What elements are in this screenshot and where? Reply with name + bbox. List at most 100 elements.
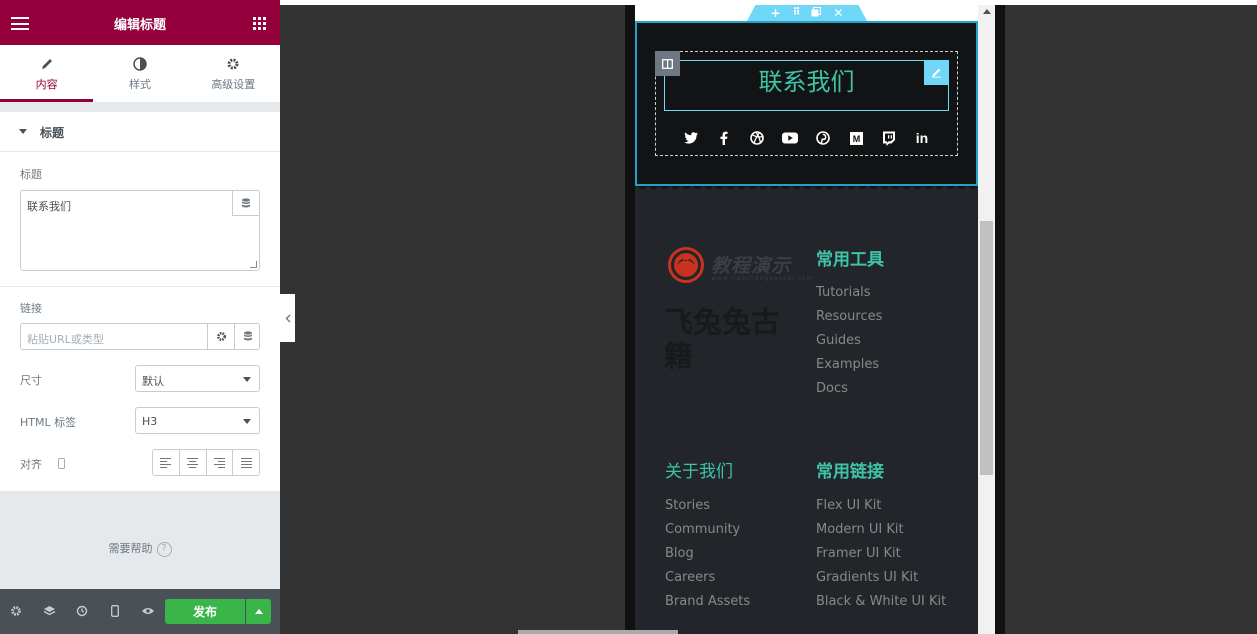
dribbble-icon[interactable] — [746, 127, 768, 149]
facebook-icon[interactable] — [713, 127, 735, 149]
link-placeholder: 粘贴URL或类型 — [27, 333, 104, 346]
footer-link[interactable]: Resources — [816, 305, 882, 329]
panel-title: 编辑标题 — [113, 18, 166, 33]
footer-col2-title: 关于我们 — [665, 462, 733, 482]
tab-style-label: 样式 — [128, 78, 151, 91]
wave-divider — [635, 181, 978, 189]
question-icon: ? — [156, 541, 172, 557]
footer-link[interactable]: Framer UI Kit — [816, 542, 946, 566]
footer-link[interactable]: Blog — [665, 542, 750, 566]
divider — [0, 286, 280, 287]
footer-link[interactable]: Brand Assets — [665, 590, 750, 614]
linkedin-icon[interactable]: in — [911, 127, 933, 149]
resize-handle[interactable] — [250, 261, 257, 268]
panel-footer: 发布 — [0, 589, 280, 634]
footer-col3-links: Flex UI Kit Modern UI Kit Framer UI Kit … — [816, 494, 946, 614]
section-toggle-title[interactable]: 标题 — [0, 112, 280, 152]
html-tag-select[interactable]: H3 — [135, 407, 260, 434]
footer-link[interactable]: Flex UI Kit — [816, 494, 946, 518]
scroll-up-arrow-icon[interactable] — [983, 9, 991, 14]
footer-link[interactable]: Modern UI Kit — [816, 518, 946, 542]
column-handle-icon[interactable] — [655, 51, 680, 76]
help-link[interactable]: 需要帮助? — [0, 540, 280, 557]
site-name: 飞兔兔古籍 — [664, 305, 781, 373]
align-left-button[interactable] — [153, 450, 180, 475]
title-textarea[interactable]: 联系我们 — [20, 190, 260, 271]
settings-gear-icon[interactable] — [7, 602, 25, 620]
panel-header: 编辑标题 — [0, 0, 280, 45]
dynamic-tags-button[interactable] — [232, 191, 259, 216]
publish-options-button[interactable] — [246, 599, 271, 624]
edit-widget-pencil-icon[interactable] — [924, 60, 949, 85]
gear-icon — [216, 331, 226, 342]
title-label: 标题 — [20, 168, 42, 181]
drag-handle-icon[interactable]: ⠿ — [793, 6, 801, 20]
align-label: 对齐 — [20, 458, 42, 471]
section-handle: + ⠿ ✕ — [747, 5, 867, 21]
tab-content[interactable]: 内容 — [0, 45, 94, 102]
close-icon[interactable]: ✕ — [833, 6, 843, 20]
tab-advanced[interactable]: 高级设置 — [187, 45, 280, 102]
tab-advanced-label: 高级设置 — [211, 78, 256, 91]
panel-tabs: 内容 样式 高级设置 — [0, 45, 280, 102]
history-icon[interactable] — [73, 602, 91, 620]
pinterest-icon[interactable] — [812, 127, 834, 149]
preview-scrollbar[interactable] — [978, 5, 995, 634]
collapse-panel-button[interactable] — [280, 294, 295, 342]
heading-widget[interactable]: 联系我们 — [664, 60, 949, 111]
database-icon — [243, 331, 252, 341]
align-right-button[interactable] — [207, 450, 234, 475]
size-value: 默认 — [142, 375, 164, 388]
navigator-layers-icon[interactable] — [40, 602, 58, 620]
footer-link[interactable]: Docs — [816, 377, 882, 401]
title-value: 联系我们 — [27, 200, 71, 213]
link-options-button[interactable] — [207, 324, 234, 349]
footer-link[interactable]: Gradients UI Kit — [816, 566, 946, 590]
twitter-icon[interactable] — [680, 127, 702, 149]
svg-text:M: M — [852, 134, 860, 144]
footer-link[interactable]: Examples — [816, 353, 882, 377]
align-center-button[interactable] — [180, 450, 207, 475]
link-label: 链接 — [20, 302, 42, 315]
align-justify-button[interactable] — [233, 450, 259, 475]
publish-button[interactable]: 发布 — [165, 599, 245, 624]
mobile-icon[interactable] — [58, 458, 65, 469]
html-tag-value: H3 — [142, 415, 158, 428]
link-input[interactable]: 粘贴URL或类型 — [20, 323, 260, 350]
gear-icon — [187, 57, 280, 73]
widgets-grid-icon[interactable] — [253, 17, 266, 30]
link-dynamic-button[interactable] — [234, 324, 260, 349]
tab-style[interactable]: 样式 — [93, 45, 186, 102]
brand-logo[interactable]: 教程演示 www.jiaochengyanshi.com — [667, 246, 813, 286]
tab-content-label: 内容 — [35, 78, 58, 91]
logo-text: 教程演示 — [711, 255, 792, 277]
caret-up-icon — [254, 609, 263, 614]
chevron-down-icon — [243, 419, 251, 424]
responsive-mode-icon[interactable] — [106, 602, 124, 620]
medium-icon[interactable]: M — [845, 127, 867, 149]
preview-eye-icon[interactable] — [139, 602, 157, 620]
chevron-left-icon — [285, 314, 290, 322]
footer-col3-title: 常用链接 — [816, 462, 884, 482]
scrollbar-thumb[interactable] — [980, 221, 993, 475]
size-select[interactable]: 默认 — [135, 365, 260, 392]
section-title: 标题 — [40, 126, 65, 140]
footer-link[interactable]: Careers — [665, 566, 750, 590]
logo-subtext: www.jiaochengyanshi.com — [711, 275, 814, 282]
editor-panel: 编辑标题 内容 样式 高级设置 标题 标题 联系我们 链接 粘贴URL或类型 尺… — [0, 0, 280, 634]
size-label: 尺寸 — [20, 374, 42, 387]
pencil-icon — [0, 57, 93, 73]
footer-link[interactable]: Tutorials — [816, 281, 882, 305]
footer-link[interactable]: Community — [665, 518, 750, 542]
horizontal-scrollbar-thumb[interactable] — [518, 630, 678, 634]
footer-link[interactable]: Guides — [816, 329, 882, 353]
logo-mark-icon — [668, 247, 704, 283]
duplicate-icon[interactable] — [811, 6, 822, 20]
footer-link[interactable]: Black & White UI Kit — [816, 590, 946, 614]
twitch-icon[interactable] — [878, 127, 900, 149]
footer-link[interactable]: Stories — [665, 494, 750, 518]
add-section-icon[interactable]: + — [771, 6, 781, 20]
social-icons: M in — [680, 126, 933, 150]
youtube-icon[interactable] — [779, 127, 801, 149]
help-text: 需要帮助 — [108, 542, 153, 555]
